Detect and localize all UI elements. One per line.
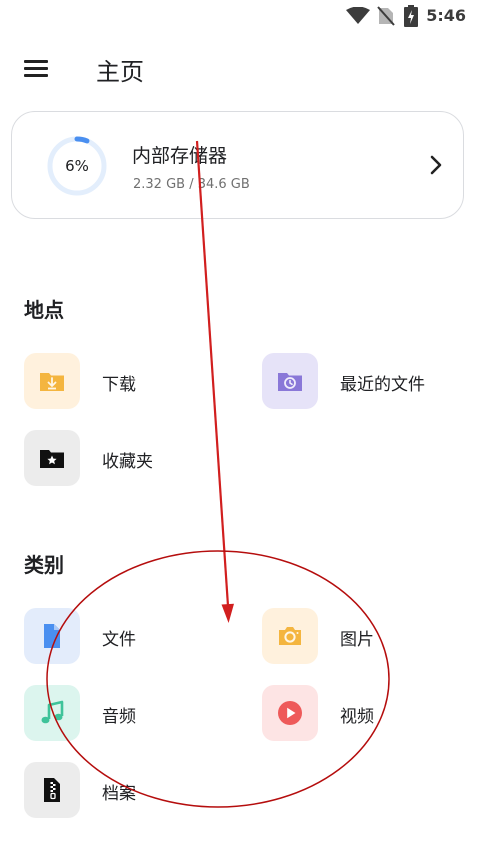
download-folder-icon [40, 373, 64, 391]
category-label: 档案 [102, 784, 136, 804]
category-documents[interactable]: 文件 [24, 608, 224, 664]
status-time: 5:46 [426, 6, 466, 25]
camera-icon [279, 627, 301, 645]
recent-folder-icon [278, 373, 302, 391]
storage-usage: 2.32 GB / 34.6 GB [133, 177, 250, 192]
category-audio[interactable]: 音频 [24, 685, 224, 741]
starred-folder-icon [40, 450, 64, 468]
category-label: 视频 [340, 707, 374, 727]
wifi-icon [346, 7, 370, 24]
category-images[interactable]: 图片 [262, 608, 462, 664]
archive-icon [44, 778, 60, 802]
place-label: 下载 [102, 375, 136, 395]
menu-button[interactable] [20, 54, 54, 84]
status-bar: 5:46 [0, 0, 477, 34]
storage-percent: 6% [65, 157, 89, 175]
category-archives[interactable]: 档案 [24, 762, 224, 818]
categories-heading: 类别 [24, 553, 64, 577]
music-note-icon [41, 700, 64, 724]
category-videos[interactable]: 视频 [262, 685, 462, 741]
battery-charging-icon [404, 5, 418, 27]
no-sim-icon [377, 6, 395, 26]
place-recent-files[interactable]: 最近的文件 [262, 353, 462, 409]
page-title: 主页 [96, 58, 144, 86]
storage-title: 内部存储器 [132, 145, 228, 167]
place-favorites[interactable]: 收藏夹 [24, 430, 224, 486]
place-label: 收藏夹 [102, 452, 153, 472]
play-icon [278, 701, 302, 725]
category-label: 图片 [340, 630, 374, 650]
app-bar: 主页 [0, 46, 477, 94]
internal-storage-card[interactable]: 6% 内部存储器 2.32 GB / 34.6 GB [11, 111, 464, 219]
document-icon [44, 624, 60, 648]
places-heading: 地点 [24, 298, 64, 322]
category-label: 文件 [102, 630, 136, 650]
place-download[interactable]: 下载 [24, 353, 224, 409]
category-label: 音频 [102, 707, 136, 727]
place-label: 最近的文件 [340, 375, 425, 395]
chevron-right-icon [430, 155, 442, 175]
